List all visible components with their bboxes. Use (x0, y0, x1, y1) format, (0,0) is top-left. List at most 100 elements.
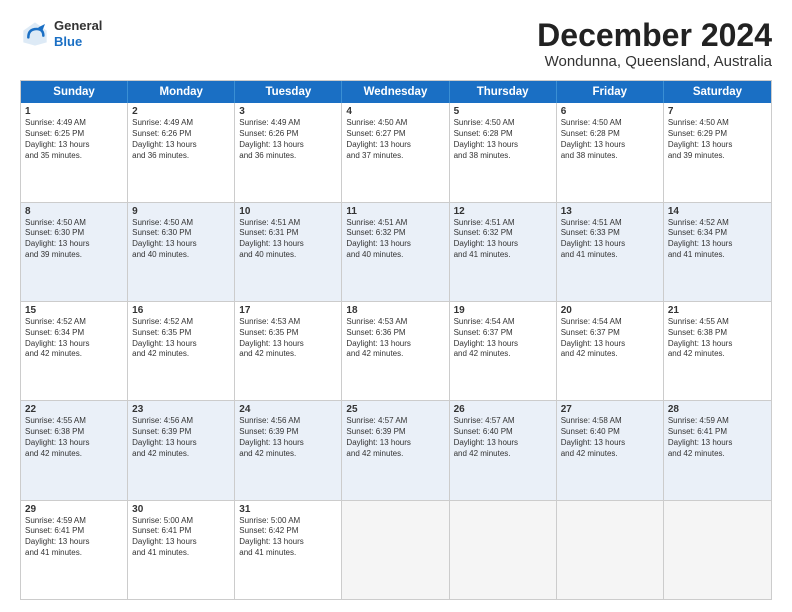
title-section: December 2024 Wondunna, Queensland, Aust… (537, 18, 772, 70)
cell-info-line: Daylight: 13 hours (346, 438, 444, 449)
cell-info-line: and 39 minutes. (668, 151, 767, 162)
cell-info-line: and 41 minutes. (454, 250, 552, 261)
calendar-cell-day-3: 3Sunrise: 4:49 AMSunset: 6:26 PMDaylight… (235, 103, 342, 201)
cell-info-line: and 42 minutes. (25, 349, 123, 360)
cell-info-line: Daylight: 13 hours (25, 339, 123, 350)
cell-info-line: and 38 minutes. (454, 151, 552, 162)
day-number: 23 (132, 404, 230, 415)
cell-info-line: Sunrise: 4:52 AM (668, 218, 767, 229)
cell-info-line: Sunset: 6:37 PM (561, 328, 659, 339)
cell-info-line: Daylight: 13 hours (346, 140, 444, 151)
cell-info-line: Sunset: 6:42 PM (239, 526, 337, 537)
calendar-row-3: 15Sunrise: 4:52 AMSunset: 6:34 PMDayligh… (21, 302, 771, 401)
cell-info-line: Daylight: 13 hours (132, 438, 230, 449)
cell-info-line: Sunset: 6:41 PM (25, 526, 123, 537)
calendar-cell-day-30: 30Sunrise: 5:00 AMSunset: 6:41 PMDayligh… (128, 501, 235, 599)
weekday-header-monday: Monday (128, 81, 235, 103)
calendar-cell-day-23: 23Sunrise: 4:56 AMSunset: 6:39 PMDayligh… (128, 401, 235, 499)
cell-info-line: and 42 minutes. (25, 449, 123, 460)
cell-info-line: Sunrise: 4:55 AM (25, 416, 123, 427)
cell-info-line: Daylight: 13 hours (25, 140, 123, 151)
cell-info-line: Sunset: 6:39 PM (132, 427, 230, 438)
cell-info-line: Sunrise: 4:50 AM (132, 218, 230, 229)
cell-info-line: Sunset: 6:28 PM (561, 129, 659, 140)
calendar-cell-day-21: 21Sunrise: 4:55 AMSunset: 6:38 PMDayligh… (664, 302, 771, 400)
cell-info-line: Sunrise: 4:54 AM (561, 317, 659, 328)
cell-info-line: and 42 minutes. (132, 349, 230, 360)
cell-info-line: Daylight: 13 hours (561, 239, 659, 250)
day-number: 14 (668, 206, 767, 217)
day-number: 2 (132, 106, 230, 117)
day-number: 5 (454, 106, 552, 117)
logo: General Blue (20, 18, 102, 49)
cell-info-line: Sunrise: 4:58 AM (561, 416, 659, 427)
cell-info-line: Daylight: 13 hours (454, 239, 552, 250)
calendar-row-4: 22Sunrise: 4:55 AMSunset: 6:38 PMDayligh… (21, 401, 771, 500)
cell-info-line: Daylight: 13 hours (25, 537, 123, 548)
cell-info-line: Daylight: 13 hours (454, 140, 552, 151)
day-number: 17 (239, 305, 337, 316)
day-number: 11 (346, 206, 444, 217)
cell-info-line: Sunrise: 5:00 AM (132, 516, 230, 527)
day-number: 19 (454, 305, 552, 316)
cell-info-line: Daylight: 13 hours (239, 339, 337, 350)
cell-info-line: and 36 minutes. (239, 151, 337, 162)
cell-info-line: Sunrise: 5:00 AM (239, 516, 337, 527)
cell-info-line: Sunrise: 4:50 AM (346, 118, 444, 129)
cell-info-line: Sunset: 6:32 PM (346, 228, 444, 239)
cell-info-line: and 42 minutes. (346, 449, 444, 460)
calendar-cell-empty (557, 501, 664, 599)
cell-info-line: Sunrise: 4:50 AM (25, 218, 123, 229)
cell-info-line: Sunset: 6:35 PM (132, 328, 230, 339)
cell-info-line: and 41 minutes. (561, 250, 659, 261)
cell-info-line: Sunset: 6:40 PM (561, 427, 659, 438)
calendar-cell-day-1: 1Sunrise: 4:49 AMSunset: 6:25 PMDaylight… (21, 103, 128, 201)
cell-info-line: and 40 minutes. (132, 250, 230, 261)
calendar-cell-day-5: 5Sunrise: 4:50 AMSunset: 6:28 PMDaylight… (450, 103, 557, 201)
day-number: 25 (346, 404, 444, 415)
cell-info-line: Daylight: 13 hours (239, 140, 337, 151)
cell-info-line: and 40 minutes. (346, 250, 444, 261)
day-number: 26 (454, 404, 552, 415)
calendar-cell-day-15: 15Sunrise: 4:52 AMSunset: 6:34 PMDayligh… (21, 302, 128, 400)
day-number: 29 (25, 504, 123, 515)
calendar-row-1: 1Sunrise: 4:49 AMSunset: 6:25 PMDaylight… (21, 103, 771, 202)
cell-info-line: Sunset: 6:30 PM (132, 228, 230, 239)
day-number: 9 (132, 206, 230, 217)
cell-info-line: Sunset: 6:37 PM (454, 328, 552, 339)
calendar-cell-day-11: 11Sunrise: 4:51 AMSunset: 6:32 PMDayligh… (342, 203, 449, 301)
calendar-cell-day-9: 9Sunrise: 4:50 AMSunset: 6:30 PMDaylight… (128, 203, 235, 301)
cell-info-line: Sunset: 6:39 PM (346, 427, 444, 438)
cell-info-line: Daylight: 13 hours (239, 239, 337, 250)
day-number: 31 (239, 504, 337, 515)
day-number: 13 (561, 206, 659, 217)
cell-info-line: Sunset: 6:34 PM (668, 228, 767, 239)
cell-info-line: Daylight: 13 hours (561, 339, 659, 350)
month-title: December 2024 (537, 18, 772, 53)
cell-info-line: Sunrise: 4:56 AM (239, 416, 337, 427)
cell-info-line: Sunrise: 4:54 AM (454, 317, 552, 328)
cell-info-line: Daylight: 13 hours (668, 239, 767, 250)
cell-info-line: and 41 minutes. (239, 548, 337, 559)
cell-info-line: Sunset: 6:41 PM (132, 526, 230, 537)
calendar-body: 1Sunrise: 4:49 AMSunset: 6:25 PMDaylight… (21, 103, 771, 599)
cell-info-line: and 38 minutes. (561, 151, 659, 162)
cell-info-line: Daylight: 13 hours (132, 537, 230, 548)
cell-info-line: Sunrise: 4:50 AM (561, 118, 659, 129)
cell-info-line: Sunrise: 4:53 AM (239, 317, 337, 328)
cell-info-line: and 37 minutes. (346, 151, 444, 162)
cell-info-line: Sunrise: 4:56 AM (132, 416, 230, 427)
cell-info-line: Sunrise: 4:51 AM (346, 218, 444, 229)
day-number: 12 (454, 206, 552, 217)
calendar-cell-day-25: 25Sunrise: 4:57 AMSunset: 6:39 PMDayligh… (342, 401, 449, 499)
cell-info-line: Sunset: 6:26 PM (239, 129, 337, 140)
header: General Blue December 2024 Wondunna, Que… (20, 18, 772, 70)
calendar-header: SundayMondayTuesdayWednesdayThursdayFrid… (21, 81, 771, 103)
calendar: SundayMondayTuesdayWednesdayThursdayFrid… (20, 80, 772, 600)
day-number: 30 (132, 504, 230, 515)
cell-info-line: Sunset: 6:38 PM (668, 328, 767, 339)
day-number: 24 (239, 404, 337, 415)
cell-info-line: Sunset: 6:39 PM (239, 427, 337, 438)
cell-info-line: and 42 minutes. (454, 449, 552, 460)
day-number: 15 (25, 305, 123, 316)
